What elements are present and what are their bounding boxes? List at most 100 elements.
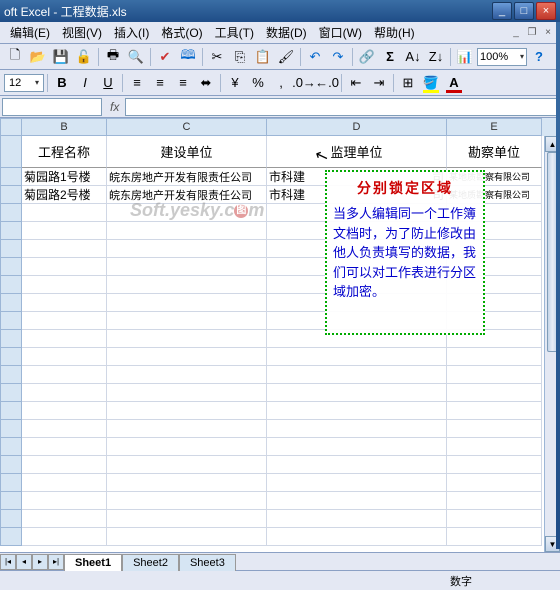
maximize-button[interactable]: □ <box>514 2 534 20</box>
row-header[interactable] <box>0 330 22 348</box>
formula-input[interactable] <box>125 98 558 116</box>
row-header[interactable] <box>0 402 22 420</box>
cell[interactable] <box>447 420 542 438</box>
minimize-button[interactable]: _ <box>492 2 512 20</box>
doc-minimize-button[interactable]: _ <box>508 26 524 40</box>
new-icon[interactable]: 🗋 <box>4 46 26 68</box>
cell[interactable] <box>107 528 267 546</box>
cell[interactable] <box>447 456 542 474</box>
menu-window[interactable]: 窗口(W) <box>313 22 368 43</box>
cell[interactable] <box>107 438 267 456</box>
callout-box[interactable]: 分别锁定区域 当多人编辑同一个工作簿文档时，为了防止修改由他人负责填写的数据，我… <box>325 170 485 335</box>
cell[interactable] <box>22 402 107 420</box>
tab-nav-first[interactable]: |◂ <box>0 554 16 570</box>
close-button[interactable]: × <box>536 2 556 20</box>
fontsize-dropdown[interactable]: 12 <box>4 74 44 92</box>
cell[interactable] <box>107 312 267 330</box>
cell[interactable] <box>267 492 447 510</box>
fill-color-icon[interactable]: 🪣 <box>420 72 442 94</box>
cell[interactable] <box>22 366 107 384</box>
cell[interactable] <box>22 204 107 222</box>
column-header-D[interactable]: D <box>267 118 447 136</box>
row-header[interactable] <box>0 348 22 366</box>
cell[interactable] <box>267 474 447 492</box>
cell[interactable] <box>22 330 107 348</box>
header-cell[interactable]: 建设单位 <box>107 136 267 168</box>
row-header[interactable] <box>0 136 22 168</box>
paste-icon[interactable]: 📋 <box>252 46 274 68</box>
percent-icon[interactable]: % <box>247 72 269 94</box>
decrease-decimal-icon[interactable]: ←.0 <box>316 72 338 94</box>
tab-nav-prev[interactable]: ◂ <box>16 554 32 570</box>
sort-desc-icon[interactable]: Z↓ <box>425 46 447 68</box>
cell[interactable] <box>22 384 107 402</box>
menu-help[interactable]: 帮助(H) <box>368 22 421 43</box>
row-header[interactable] <box>0 294 22 312</box>
fx-icon[interactable]: fx <box>104 100 125 114</box>
cell[interactable] <box>22 240 107 258</box>
merge-icon[interactable]: ⬌ <box>195 72 217 94</box>
autosum-icon[interactable]: Σ <box>379 46 401 68</box>
menu-edit[interactable]: 编辑(E) <box>4 22 56 43</box>
cell[interactable] <box>22 492 107 510</box>
cell[interactable] <box>22 438 107 456</box>
cell[interactable] <box>447 510 542 528</box>
cell[interactable] <box>107 420 267 438</box>
cell[interactable] <box>267 384 447 402</box>
cell[interactable] <box>267 348 447 366</box>
cell[interactable] <box>22 348 107 366</box>
research-icon[interactable]: 🕮 <box>177 46 199 68</box>
currency-icon[interactable]: ¥ <box>224 72 246 94</box>
sheet-tab-2[interactable]: Sheet2 <box>122 554 179 571</box>
hyperlink-icon[interactable]: 🔗 <box>356 46 378 68</box>
cell[interactable] <box>267 366 447 384</box>
align-right-icon[interactable]: ≡ <box>172 72 194 94</box>
align-center-icon[interactable]: ≡ <box>149 72 171 94</box>
column-header-C[interactable]: C <box>107 118 267 136</box>
cell[interactable] <box>447 492 542 510</box>
cell[interactable] <box>107 258 267 276</box>
sheet-tab-1[interactable]: Sheet1 <box>64 554 122 571</box>
row-header[interactable] <box>0 420 22 438</box>
cell[interactable]: 菊园路2号楼 <box>22 186 107 204</box>
menu-format[interactable]: 格式(O) <box>155 22 208 43</box>
header-cell[interactable]: 工程名称 <box>22 136 107 168</box>
row-header[interactable] <box>0 510 22 528</box>
undo-icon[interactable]: ↶ <box>304 46 326 68</box>
doc-close-button[interactable]: × <box>540 26 556 40</box>
cell[interactable] <box>22 474 107 492</box>
name-box[interactable] <box>2 98 102 116</box>
menu-insert[interactable]: 插入(I) <box>108 22 155 43</box>
open-icon[interactable]: 📂 <box>27 46 49 68</box>
cell[interactable] <box>267 456 447 474</box>
cell[interactable] <box>447 528 542 546</box>
cell[interactable] <box>22 222 107 240</box>
italic-icon[interactable]: I <box>74 72 96 94</box>
cell[interactable] <box>22 258 107 276</box>
tab-nav-last[interactable]: ▸| <box>48 554 64 570</box>
cell[interactable] <box>107 402 267 420</box>
row-header[interactable] <box>0 528 22 546</box>
decrease-indent-icon[interactable]: ⇤ <box>345 72 367 94</box>
cell[interactable] <box>22 420 107 438</box>
cell[interactable] <box>107 330 267 348</box>
header-cell[interactable]: 监理单位 <box>267 136 447 168</box>
cell[interactable] <box>22 276 107 294</box>
cell[interactable] <box>107 240 267 258</box>
align-left-icon[interactable]: ≡ <box>126 72 148 94</box>
cell[interactable] <box>107 474 267 492</box>
row-header[interactable] <box>0 258 22 276</box>
cell[interactable] <box>447 402 542 420</box>
cell[interactable] <box>107 276 267 294</box>
row-header[interactable] <box>0 492 22 510</box>
font-color-icon[interactable]: A <box>443 72 465 94</box>
cell[interactable] <box>22 510 107 528</box>
tab-nav-next[interactable]: ▸ <box>32 554 48 570</box>
cell[interactable] <box>267 510 447 528</box>
cell[interactable] <box>267 438 447 456</box>
cell[interactable] <box>447 384 542 402</box>
menu-data[interactable]: 数据(D) <box>260 22 313 43</box>
menu-view[interactable]: 视图(V) <box>56 22 108 43</box>
cell[interactable] <box>107 510 267 528</box>
cell[interactable] <box>107 222 267 240</box>
